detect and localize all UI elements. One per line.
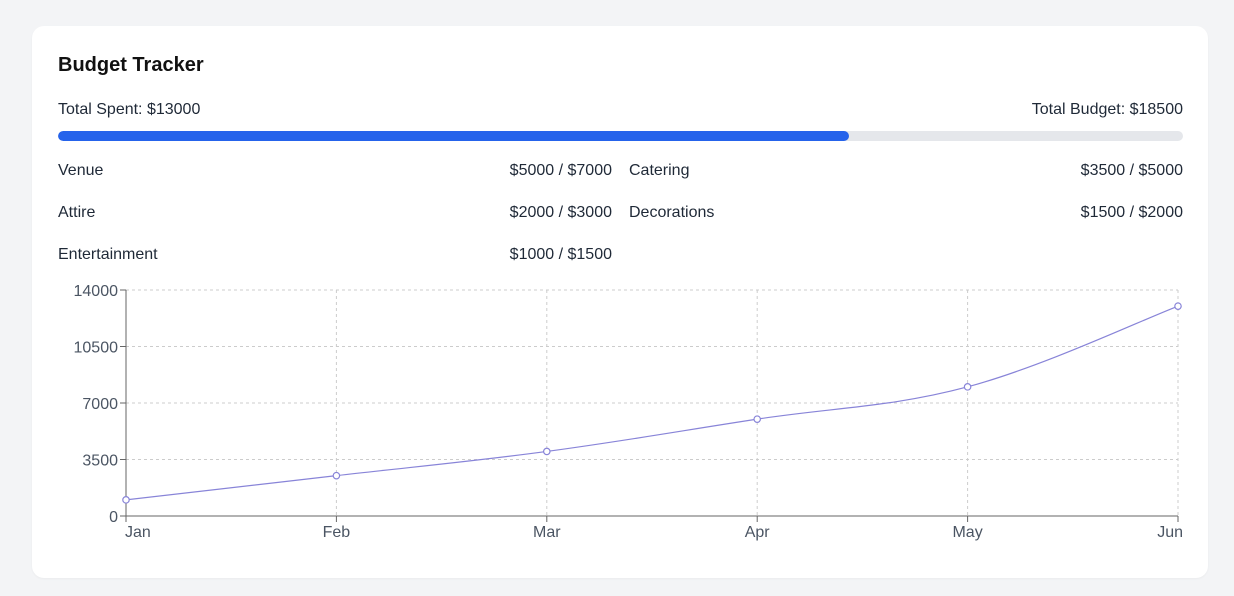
y-tick-label: 0 (109, 509, 118, 526)
x-tick-label: Apr (745, 524, 771, 541)
x-tick-label: Mar (533, 524, 561, 541)
y-tick-label: 3500 (82, 453, 118, 470)
x-tick-label: Feb (323, 524, 351, 541)
data-point (332, 471, 341, 480)
data-point (1174, 302, 1182, 310)
x-tick-label: Jun (1157, 524, 1183, 541)
y-tick-label: 10500 (74, 340, 119, 357)
y-tick-label: 14000 (74, 283, 119, 300)
spending-line-chart: 0 3500 7000 10500 14000 Jan Feb Mar Apr May Jun (74, 283, 1184, 541)
data-point (963, 383, 972, 391)
budget-tracker-card: Budget Tracker Total Spent: $13000 Total… (32, 26, 1208, 578)
data-point (542, 447, 551, 456)
data-point (753, 415, 762, 423)
x-tick-label: Jan (125, 524, 151, 541)
data-point (122, 496, 130, 504)
y-tick-label: 7000 (82, 396, 118, 413)
x-tick-label: May (952, 524, 982, 541)
